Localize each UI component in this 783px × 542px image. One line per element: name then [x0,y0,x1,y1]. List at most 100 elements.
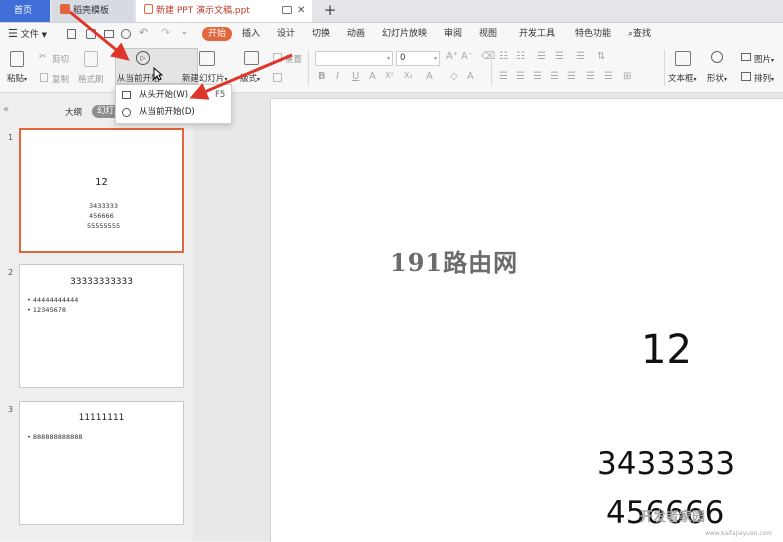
slide-thumbnail-2[interactable]: 33333333333 • 44444444444 • 12345678 [19,264,184,388]
align-center-icon[interactable]: ☰ [516,71,525,82]
tab-outline[interactable]: 大纲 [65,106,82,118]
collapse-panel-icon[interactable]: « [3,104,9,115]
redo-icon[interactable]: ↷ [161,26,170,39]
new-slide-button[interactable]: 新建幻灯片▾ [182,72,228,84]
bold-icon[interactable]: B [318,71,326,82]
slide-number: 2 [8,268,14,277]
format-painter-icon[interactable] [84,51,98,67]
new-slide-label: 新建幻灯片 [182,74,225,84]
slide-thumbnail-3[interactable]: 11111111 • 888888888888 [19,401,184,525]
italic-icon[interactable]: I [336,71,339,82]
arrange-label: 排列 [754,74,772,84]
ribbon-separator [491,50,492,86]
decrease-indent-icon[interactable]: ☰ [537,51,546,62]
align-left-icon[interactable]: ☰ [499,71,508,82]
close-tab-icon[interactable]: ✕ [297,0,305,22]
slide-title[interactable]: 12 [641,327,692,373]
layout-button[interactable]: 版式▾ [240,72,260,84]
menu-animation[interactable]: 动画 [347,23,365,45]
menu-file-label: 文件 [20,30,39,40]
undo-icon[interactable]: ↶ [139,26,148,39]
menu-item-from-current[interactable]: 从当前开始(D) [116,104,229,121]
decrease-font-icon[interactable]: A⁻ [461,51,473,62]
subscript-icon[interactable]: X₂ [404,71,413,80]
distribute-icon[interactable]: ☰ [567,71,576,82]
bullet-list-icon[interactable]: ☷ [499,51,508,62]
export-icon[interactable] [86,29,96,39]
shape-icon[interactable] [711,51,723,63]
shape-button[interactable]: 形状▾ [707,72,727,84]
arrange-button[interactable]: 排列▾ [754,72,774,84]
preview-icon[interactable] [121,29,131,39]
paste-icon[interactable] [10,51,24,67]
eraser-icon[interactable]: ◇ [450,71,458,82]
customize-toolbar-icon[interactable]: ⌄ [181,27,188,36]
thumb-title: 11111111 [78,413,125,423]
superscript-icon[interactable]: X² [385,71,394,80]
arrange-icon[interactable] [741,72,751,81]
paste-label: 粘贴 [7,74,25,84]
print-icon[interactable] [104,30,114,38]
thumb-bullet-text: 888888888888 [32,433,83,441]
convert-smartart-icon[interactable]: ⊞ [623,71,631,82]
menu-transition[interactable]: 切换 [312,23,330,45]
new-slide-icon[interactable] [199,51,215,66]
reset-icon[interactable] [273,53,282,62]
highlight-icon[interactable]: A [467,71,474,82]
align-right-icon[interactable]: ☰ [533,71,542,82]
menu-developer[interactable]: 开发工具 [519,23,555,45]
thumb-bullet: 3433333 [89,202,118,210]
tab-home[interactable]: 首页 [0,0,50,22]
menu-file[interactable]: ☰ 文件 ▼ [8,23,47,45]
underline-icon[interactable]: U [352,71,359,82]
textbox-button[interactable]: 文本框▾ [668,72,697,84]
reset-button[interactable]: 重置 [285,53,302,65]
menu-item-from-start[interactable]: 从头开始(W) F5 [116,87,229,104]
paste-button[interactable]: 粘贴▾ [7,72,27,84]
copy-button[interactable]: 复制 [52,73,69,85]
font-size-select[interactable]: 0 ▾ [396,51,440,66]
thumb-title: 12 [95,177,108,188]
menu-design[interactable]: 设计 [277,23,295,45]
columns-icon[interactable]: ☰ [586,71,595,82]
shortcut-label: F5 [215,90,226,100]
slide-thumbnail-1[interactable]: 12 3433333 456666 55555555 [19,128,184,253]
picture-button[interactable]: 图片▾ [754,53,774,65]
slide-number: 3 [8,405,14,414]
new-tab-button[interactable]: + [320,0,340,22]
layout-icon[interactable] [244,51,259,65]
menu-search[interactable]: ⌕查找 [628,23,651,45]
menu-insert[interactable]: 插入 [242,23,260,45]
format-painter-button[interactable]: 格式刷 [78,73,104,85]
numbered-list-icon[interactable]: ☷ [516,51,525,62]
tab-document[interactable]: 新建 PPT 演示文稿.ppt ✕ [136,0,312,22]
save-icon[interactable] [67,29,76,39]
slide-text-line[interactable]: 3433333 [597,446,735,482]
picture-icon[interactable] [741,53,751,61]
thumb-bullet: • 12345678 [27,306,66,314]
monitor-icon[interactable] [282,6,292,14]
scissors-icon[interactable]: ✂ [39,52,47,62]
menu-slideshow[interactable]: 幻灯片放映 [382,23,427,45]
char-spacing-icon[interactable]: A [426,71,433,82]
menu-features[interactable]: 特色功能 [575,23,611,45]
justify-icon[interactable]: ☰ [550,71,559,82]
increase-font-icon[interactable]: A⁺ [446,51,458,62]
thumb-bullet-text: 12345678 [32,306,66,314]
textbox-icon[interactable] [675,51,691,66]
increase-indent-icon[interactable]: ☰ [555,51,564,62]
font-family-select[interactable]: ▾ [315,51,393,66]
copy-icon[interactable] [40,73,48,82]
line-spacing-icon[interactable]: ☰ [576,51,585,62]
menu-view[interactable]: 视图 [479,23,497,45]
text-direction-icon[interactable]: ⇅ [597,51,605,62]
section-icon[interactable] [273,73,282,82]
align-text-icon[interactable]: ☰ [604,71,613,82]
thumb-title: 33333333333 [70,277,133,287]
clear-format-icon[interactable]: ⌫ [481,51,495,62]
tab-template[interactable]: 稻壳模板 [52,0,134,22]
font-color-icon[interactable]: A [369,71,376,82]
menu-start[interactable]: 开始 [202,27,233,41]
cut-button[interactable]: 剪切 [52,53,69,65]
menu-review[interactable]: 审阅 [444,23,462,45]
